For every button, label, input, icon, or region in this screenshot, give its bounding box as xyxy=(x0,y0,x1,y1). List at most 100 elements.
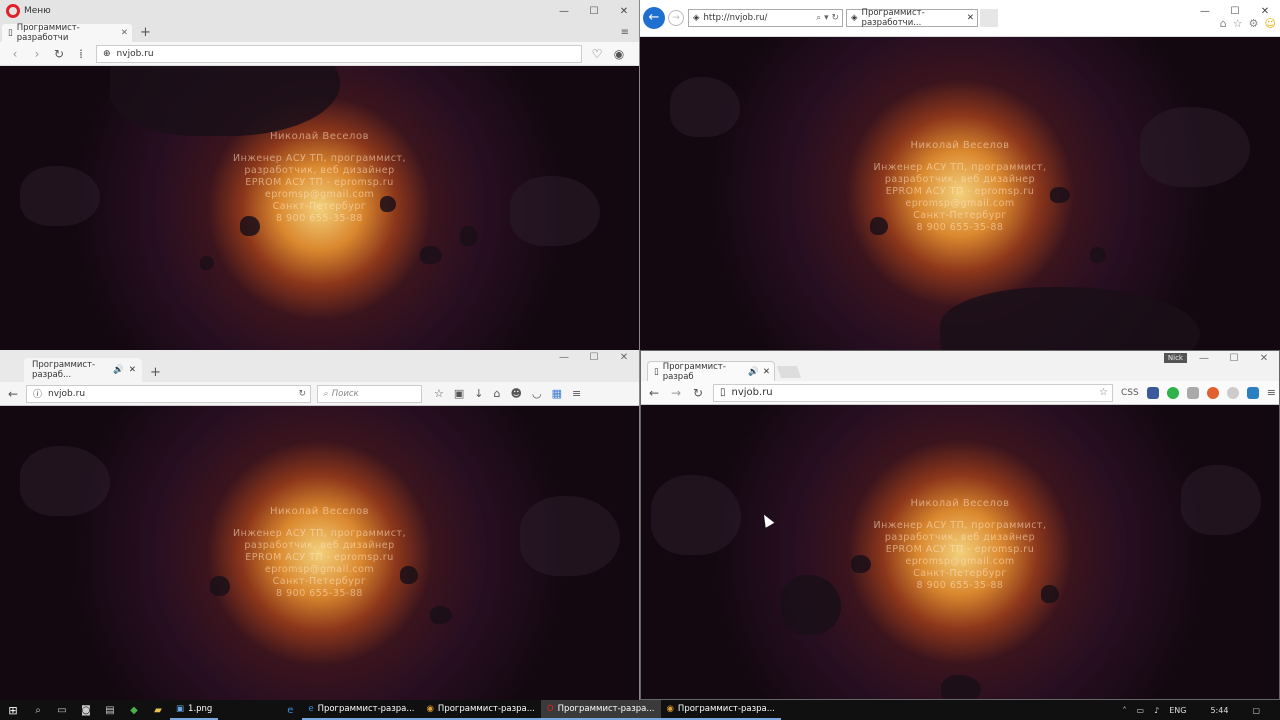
card-city: Санкт-Петербург xyxy=(272,576,367,587)
extension-icon[interactable] xyxy=(1186,386,1199,399)
chrome-tab[interactable]: ▯ Программист-разраб 🔊 ✕ xyxy=(647,361,775,382)
forward-button[interactable]: → xyxy=(669,386,683,400)
clipboard-icon[interactable]: ▣ xyxy=(454,387,464,400)
extension-icon[interactable] xyxy=(1206,386,1219,399)
opera-logo-icon[interactable] xyxy=(6,4,20,18)
pocket-icon[interactable]: ◡ xyxy=(532,387,542,400)
chevron-up-icon[interactable]: ˄ xyxy=(1123,706,1127,715)
address-bar[interactable]: ▯ nvjob.ru ☆ xyxy=(713,383,1113,402)
download-icon[interactable]: ↓ xyxy=(474,387,483,400)
back-button[interactable]: ‹ xyxy=(8,47,22,61)
address-bar[interactable]: ⊕ nvjob.ru xyxy=(96,44,582,63)
reload-button[interactable]: ↻ xyxy=(298,389,306,399)
forward-button[interactable]: → xyxy=(668,10,684,26)
maximize-button[interactable]: ☐ xyxy=(1219,353,1249,364)
maximize-button[interactable]: ☐ xyxy=(579,352,609,363)
reload-button[interactable]: ↻ xyxy=(52,47,66,61)
close-tab-icon[interactable]: ✕ xyxy=(129,365,136,375)
address-bar[interactable]: ⓘ nvjob.ru ↻ xyxy=(26,384,311,403)
address-text: http://nvjob.ru/ xyxy=(703,13,768,23)
document-icon[interactable]: ▤ xyxy=(98,705,122,716)
speaker-icon[interactable]: 🔊 xyxy=(748,367,759,377)
new-tab-button[interactable] xyxy=(776,366,802,378)
extension-icon[interactable] xyxy=(1226,386,1239,399)
chrome-icon: ◉ xyxy=(426,704,434,714)
close-tab-icon[interactable]: ✕ xyxy=(121,28,128,38)
firefox-tab[interactable]: Программист-разраб... 🔊 ✕ xyxy=(24,358,142,382)
search-refresh-icons[interactable]: ⌕ ▾ ↻ xyxy=(816,13,839,23)
volume-icon[interactable]: ♪ xyxy=(1154,706,1159,715)
back-button[interactable]: ← xyxy=(643,7,665,29)
css-extension-icon[interactable]: CSS xyxy=(1121,388,1139,398)
address-bar[interactable]: ◈ http://nvjob.ru/ ⌕ ▾ ↻ xyxy=(688,9,843,27)
taskbar-app[interactable]: ◉ Программист-разра... xyxy=(660,700,781,720)
speed-dial-icon[interactable]: ⁞ xyxy=(74,47,88,61)
network-icon[interactable]: ▭ xyxy=(1137,706,1145,715)
bookmark-star-icon[interactable]: ☆ xyxy=(434,387,444,400)
card-role-line2: разработчик, веб дизайнер xyxy=(884,174,1036,185)
home-icon[interactable]: ⌂ xyxy=(494,387,501,400)
new-tab-button[interactable] xyxy=(980,9,998,27)
ie-toolbar-icons: ⌂ ☆ ⚙ ☺ xyxy=(1220,17,1276,30)
close-button[interactable]: ✕ xyxy=(609,352,639,363)
menu-icon[interactable]: ≡ xyxy=(572,387,581,400)
menu-icon[interactable]: ≡ xyxy=(1267,386,1276,399)
reload-button[interactable]: ↻ xyxy=(691,386,705,400)
camera-icon[interactable]: ◙ xyxy=(74,705,98,716)
edge-icon[interactable]: e xyxy=(278,705,302,716)
taskbar-app[interactable]: e Программист-разра... xyxy=(302,700,421,720)
back-button[interactable]: ← xyxy=(647,386,661,400)
close-button[interactable]: ✕ xyxy=(1250,6,1280,17)
extension-icon[interactable] xyxy=(1166,386,1179,399)
tab-menu-icon[interactable]: ≡ xyxy=(621,24,629,42)
close-button[interactable]: ✕ xyxy=(1249,353,1279,364)
home-icon[interactable]: ⌂ xyxy=(1220,17,1227,30)
profile-badge[interactable]: Nick xyxy=(1163,353,1187,363)
opera-tab[interactable]: ▯ Программист-разработчи ✕ xyxy=(2,23,132,43)
taskbar-app-label: Программист-разра... xyxy=(317,704,415,714)
minimize-button[interactable]: — xyxy=(1189,353,1219,364)
minimize-button[interactable]: — xyxy=(549,6,579,17)
taskbar-app[interactable]: ◉ Программист-разра... xyxy=(420,700,541,720)
card-role-line1: Инженер АСУ ТП, программист, xyxy=(233,153,406,164)
extension-icon[interactable] xyxy=(1246,386,1259,399)
bookmark-star-icon[interactable]: ☆ xyxy=(1099,387,1108,398)
close-tab-icon[interactable]: ✕ xyxy=(967,13,974,23)
maximize-button[interactable]: ☐ xyxy=(1220,6,1250,17)
new-tab-button[interactable]: + xyxy=(150,364,161,382)
account-icon[interactable]: ◉ xyxy=(612,47,626,61)
folders-icon[interactable]: ▰ xyxy=(146,705,170,716)
back-button[interactable]: ← xyxy=(6,387,20,401)
language-indicator[interactable]: ENG xyxy=(1169,706,1186,715)
ie-tab[interactable]: ◈ Программист-разработчи... ✕ xyxy=(846,8,978,28)
opera-menu-button[interactable]: Меню xyxy=(24,6,51,16)
info-icon[interactable]: ⓘ xyxy=(33,387,42,400)
feedback-smiley-icon[interactable]: ☺ xyxy=(1265,17,1276,30)
minimize-button[interactable]: — xyxy=(549,352,579,363)
minimize-button[interactable]: — xyxy=(1190,6,1220,17)
taskbar-app[interactable]: ▣ 1.png xyxy=(170,700,219,720)
speaker-icon[interactable]: 🔊 xyxy=(113,365,124,375)
image-icon: ▣ xyxy=(176,704,185,714)
clock[interactable]: 5:44 xyxy=(1210,706,1228,715)
notification-icon[interactable]: ▢ xyxy=(1252,706,1260,715)
extension-icon[interactable] xyxy=(1146,386,1159,399)
smiley-icon[interactable]: ☻ xyxy=(510,387,521,400)
search-input[interactable]: ⌕ Поиск xyxy=(317,384,422,403)
heart-icon[interactable]: ♡ xyxy=(590,47,604,61)
maximize-button[interactable]: ☐ xyxy=(579,6,609,17)
new-tab-button[interactable]: + xyxy=(140,24,151,42)
close-tab-icon[interactable]: ✕ xyxy=(763,367,770,377)
grid-icon[interactable]: ▦ xyxy=(552,387,562,400)
search-icon[interactable]: ⌕ xyxy=(26,705,50,716)
favorites-star-icon[interactable]: ☆ xyxy=(1233,17,1243,30)
taskbar-app[interactable]: O Программист-разра... xyxy=(540,700,661,720)
layers-icon[interactable]: ◆ xyxy=(122,705,146,716)
windows-start-icon[interactable]: ⊞ xyxy=(0,704,26,717)
close-button[interactable]: ✕ xyxy=(609,6,639,17)
forward-button[interactable]: › xyxy=(30,47,44,61)
gear-icon[interactable]: ⚙ xyxy=(1249,17,1259,30)
opera-titlebar: Меню — ☐ ✕ xyxy=(0,0,639,22)
task-view-icon[interactable]: ▭ xyxy=(50,705,74,716)
window-controls: — ☐ ✕ xyxy=(1190,6,1280,17)
